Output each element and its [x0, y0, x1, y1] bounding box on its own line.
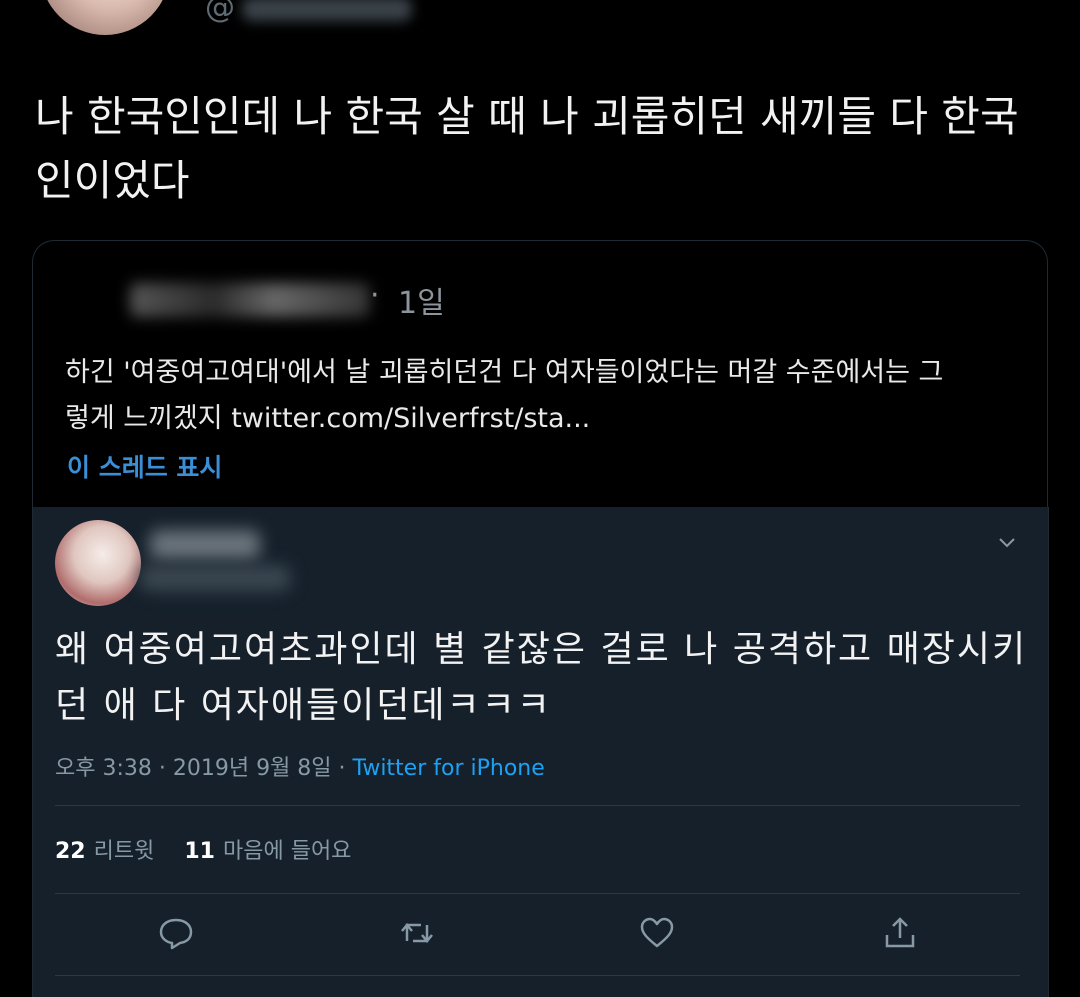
tweet-client-link[interactable]: Twitter for iPhone — [353, 756, 545, 781]
divider — [55, 893, 1020, 894]
handle-redaction — [242, 0, 412, 21]
divider — [55, 975, 1020, 976]
tweet-metadata: 오후 3:38 · 2019년 9월 8일 · Twitter for iPho… — [55, 750, 545, 782]
author-avatar[interactable] — [40, 0, 170, 35]
retweet-count[interactable]: 22 — [55, 839, 86, 864]
retweet-label[interactable]: 리트윗 — [94, 839, 155, 864]
author-handle[interactable]: @ — [205, 0, 412, 25]
quoted-timestamp[interactable]: 1일 — [398, 278, 445, 322]
chevron-down-icon[interactable] — [995, 530, 1019, 554]
tweet-timestamp[interactable]: 오후 3:38 · 2019년 9월 8일 · — [55, 756, 353, 781]
reply-author-handle-redaction — [140, 565, 290, 591]
reply-icon[interactable] — [156, 913, 196, 953]
retweet-icon[interactable] — [397, 913, 437, 953]
tweet-text: 나 한국인인데 나 한국 살 때 나 괴롭히던 새끼들 다 한국인이었다 — [35, 92, 1019, 205]
reply-author-avatar[interactable] — [55, 520, 141, 606]
quoted-separator: · — [370, 278, 380, 313]
main-tweet-text: 왜 여중여고여초과인데 별 같잖은 걸로 나 공격하고 매장시키던 애 다 여자… — [55, 629, 1028, 726]
show-thread-link[interactable]: 이 스레드 표시 — [67, 448, 222, 484]
divider — [55, 805, 1020, 806]
like-icon[interactable] — [637, 913, 677, 953]
quoted-author-redaction — [130, 283, 370, 317]
like-label[interactable]: 마음에 들어요 — [223, 839, 351, 864]
tweet-stats: 22 리트윗 11 마음에 들어요 — [55, 833, 351, 865]
quoted-tweet-text: 하긴 '여중여고여대'에서 날 괴롭히던건 다 여자들이었다는 머갈 수준에서는… — [65, 357, 944, 434]
share-icon[interactable] — [880, 913, 920, 953]
like-count[interactable]: 11 — [184, 839, 215, 864]
reply-author-name-redaction — [150, 530, 260, 560]
